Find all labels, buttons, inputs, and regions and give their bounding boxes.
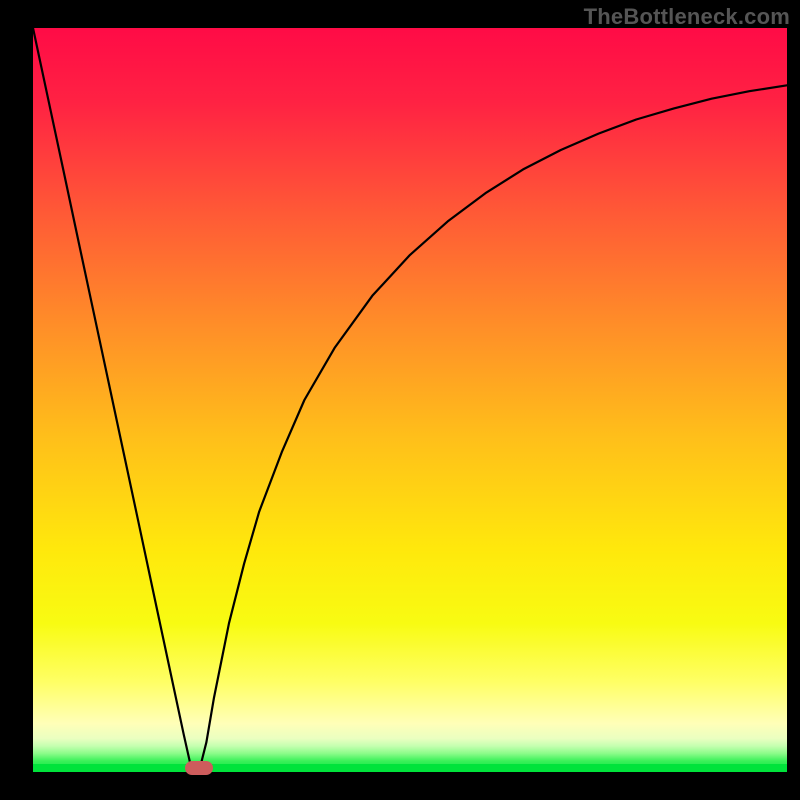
bottleneck-chart [0,0,800,800]
green-baseline [33,764,787,772]
chart-container: TheBottleneck.com [0,0,800,800]
attribution-label: TheBottleneck.com [584,4,790,30]
optimal-marker [185,761,213,775]
plot-background [33,28,787,772]
